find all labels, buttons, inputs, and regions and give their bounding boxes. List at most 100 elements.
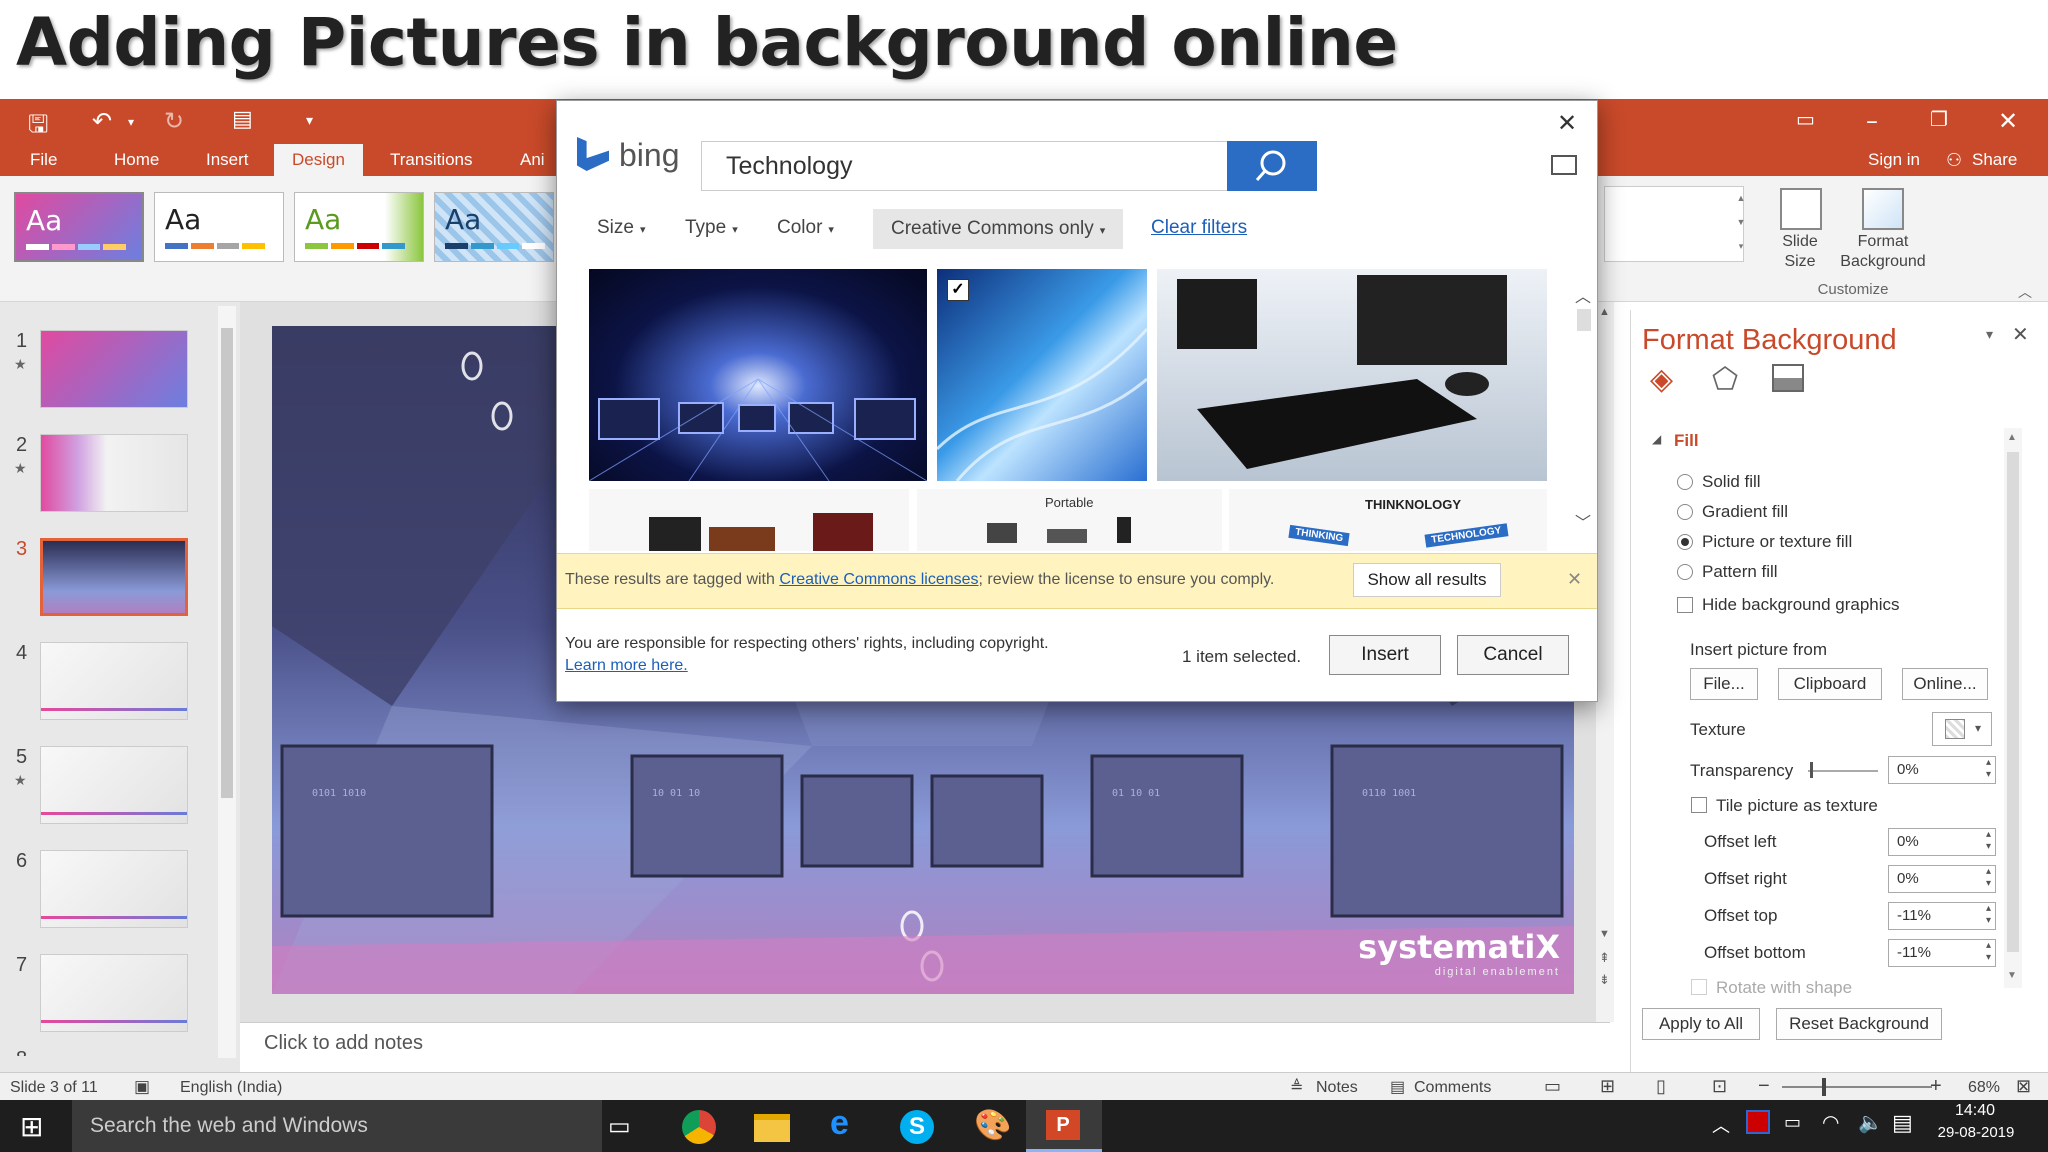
comments-icon[interactable]: ▤ [1390, 1077, 1405, 1097]
slide-thumbnail[interactable] [40, 746, 188, 824]
spellcheck-icon[interactable]: ▣ [134, 1077, 150, 1097]
tab-file[interactable]: File [30, 144, 57, 176]
filter-dropdown[interactable]: Size ▾ [597, 217, 646, 239]
language-flag-icon[interactable] [1746, 1110, 1770, 1134]
scroll-up-icon[interactable]: ▲ [1599, 306, 1610, 318]
wifi-icon[interactable]: ◠ [1822, 1110, 1839, 1135]
redo-icon[interactable]: ↻ [164, 107, 184, 135]
notes-placeholder[interactable]: Click to add notes [264, 1032, 423, 1055]
tile-checkbox[interactable] [1691, 797, 1707, 813]
fill-option-label[interactable]: Gradient fill [1702, 502, 1788, 522]
file-button[interactable]: File... [1690, 668, 1758, 700]
transparency-slider-thumb[interactable] [1810, 762, 1813, 778]
undo-icon[interactable]: ↶ [92, 107, 112, 135]
comments-toggle[interactable]: Comments [1414, 1079, 1491, 1097]
pane-scroll-up-icon[interactable]: ▲ [2007, 432, 2017, 443]
texture-picker[interactable]: ▾ [1932, 712, 1992, 746]
cc-licenses-link[interactable]: Creative Commons licenses [779, 571, 978, 588]
next-slide-icon[interactable]: ⇟ [1599, 972, 1610, 988]
fill-section-header[interactable]: Fill [1674, 431, 1699, 451]
hide-bg-label[interactable]: Hide background graphics [1702, 595, 1900, 615]
reading-view-icon[interactable]: ▯ [1656, 1076, 1666, 1097]
slide-thumbnail[interactable] [40, 850, 188, 928]
clock-date[interactable]: 29-08-2019 [1926, 1124, 2026, 1141]
zoom-slider[interactable] [1782, 1086, 1932, 1088]
taskbar-search-input[interactable]: Search the web and Windows [72, 1100, 602, 1152]
save-icon[interactable]: 🖫 [28, 107, 48, 148]
sign-in-link[interactable]: Sign in [1868, 144, 1920, 176]
file-explorer-icon[interactable] [754, 1114, 790, 1142]
slide-thumbnail[interactable] [40, 954, 188, 1032]
format-background-label-2[interactable]: Background [1838, 252, 1928, 272]
result-image-2-selected[interactable]: ✓ [937, 269, 1147, 481]
online-button[interactable]: Online... [1902, 668, 1988, 700]
previous-slide-icon[interactable]: ⇞ [1599, 950, 1610, 966]
fill-option-label[interactable]: Picture or texture fill [1702, 532, 1852, 552]
show-all-results-button[interactable]: Show all results [1353, 563, 1501, 597]
undo-dropdown-icon[interactable]: ▾ [128, 115, 134, 129]
pane-options-icon[interactable]: ▾ [1986, 326, 1993, 343]
fill-option-label[interactable]: Solid fill [1702, 472, 1761, 492]
rotate-checkbox[interactable] [1691, 979, 1707, 995]
minimize-icon[interactable]: – [1866, 107, 1878, 135]
slide-size-label-1[interactable]: Slide [1770, 232, 1830, 252]
battery-icon[interactable]: ▭ [1784, 1112, 1801, 1133]
result-image-1[interactable] [589, 269, 927, 481]
slide-size-icon[interactable] [1780, 188, 1822, 230]
filter-dropdown[interactable]: Type ▾ [685, 217, 738, 239]
share-icon[interactable]: ⚇ [1946, 144, 1962, 176]
transparency-slider[interactable] [1808, 770, 1878, 772]
customize-qat-icon[interactable]: ▾ [306, 113, 313, 129]
collapse-ribbon-icon[interactable]: ︿ [2018, 282, 2032, 302]
share-button[interactable]: Share [1972, 144, 2017, 176]
fit-slide-icon[interactable]: ⊠ [2016, 1076, 2031, 1097]
skype-icon[interactable]: S [900, 1110, 934, 1144]
clock-time[interactable]: 14:40 [1930, 1102, 2020, 1120]
restore-icon[interactable]: ❐ [1930, 107, 1948, 131]
filter-dropdown[interactable]: Color ▾ [777, 217, 834, 239]
format-background-icon[interactable] [1862, 188, 1904, 230]
zoom-in-icon[interactable]: + [1930, 1075, 1942, 1098]
tab-design[interactable]: Design [274, 144, 363, 176]
creative-commons-filter[interactable]: Creative Commons only ▾ [873, 209, 1124, 249]
slide-sorter-icon[interactable]: ⊞ [1600, 1076, 1615, 1097]
search-button[interactable] [1227, 141, 1317, 191]
reset-background-button[interactable]: Reset Background [1776, 1008, 1942, 1040]
slide-thumbnail[interactable] [40, 330, 188, 408]
close-window-icon[interactable]: ✕ [1998, 107, 2018, 135]
tile-label[interactable]: Tile picture as texture [1716, 796, 1878, 816]
image-search-input[interactable]: Technology [701, 141, 1229, 191]
pane-scroll-thumb[interactable] [2007, 452, 2019, 952]
variants-gallery[interactable] [1604, 186, 1744, 262]
start-slideshow-icon[interactable]: ▤ [232, 107, 253, 132]
zoom-level[interactable]: 68% [1968, 1079, 2000, 1097]
cancel-button[interactable]: Cancel [1457, 635, 1569, 675]
chrome-icon[interactable] [682, 1110, 716, 1144]
result-image-4[interactable] [589, 489, 909, 551]
fill-option-label[interactable]: Pattern fill [1702, 562, 1778, 582]
edge-icon[interactable]: e [830, 1104, 849, 1143]
hide-bg-checkbox[interactable] [1677, 597, 1693, 613]
tab-home[interactable]: Home [114, 144, 159, 176]
zoom-out-icon[interactable]: − [1758, 1075, 1770, 1098]
offset-spinner[interactable]: 0% [1888, 828, 1996, 856]
result-image-3[interactable] [1157, 269, 1547, 481]
result-image-6[interactable]: THINKNOLOGY THINKING TECHNOLOGY [1229, 489, 1547, 551]
slide-scrollbar[interactable]: ▲ ▼ ⇞ ⇟ [1596, 302, 1614, 1022]
normal-view-icon[interactable]: ▭ [1544, 1076, 1561, 1097]
task-view-icon[interactable]: ▭ [608, 1112, 631, 1141]
fill-option-radio[interactable] [1677, 504, 1693, 520]
collapse-fill-icon[interactable]: ◢ [1652, 432, 1661, 446]
zoom-slider-thumb[interactable] [1822, 1078, 1826, 1096]
close-pane-icon[interactable]: ✕ [2012, 322, 2029, 347]
close-dialog-icon[interactable]: ✕ [1557, 109, 1577, 138]
picture-icon[interactable] [1772, 364, 1804, 392]
fill-option-radio[interactable] [1677, 534, 1693, 550]
notes-pane[interactable] [240, 1022, 1610, 1072]
windows-start-icon[interactable]: ⊞ [20, 1110, 43, 1143]
fill-option-radio[interactable] [1677, 564, 1693, 580]
clipboard-button[interactable]: Clipboard [1778, 668, 1882, 700]
notes-toggle[interactable]: Notes [1316, 1079, 1358, 1097]
learn-more-link[interactable]: Learn more here. [565, 657, 688, 674]
ribbon-display-icon[interactable]: ▭ [1796, 107, 1815, 131]
